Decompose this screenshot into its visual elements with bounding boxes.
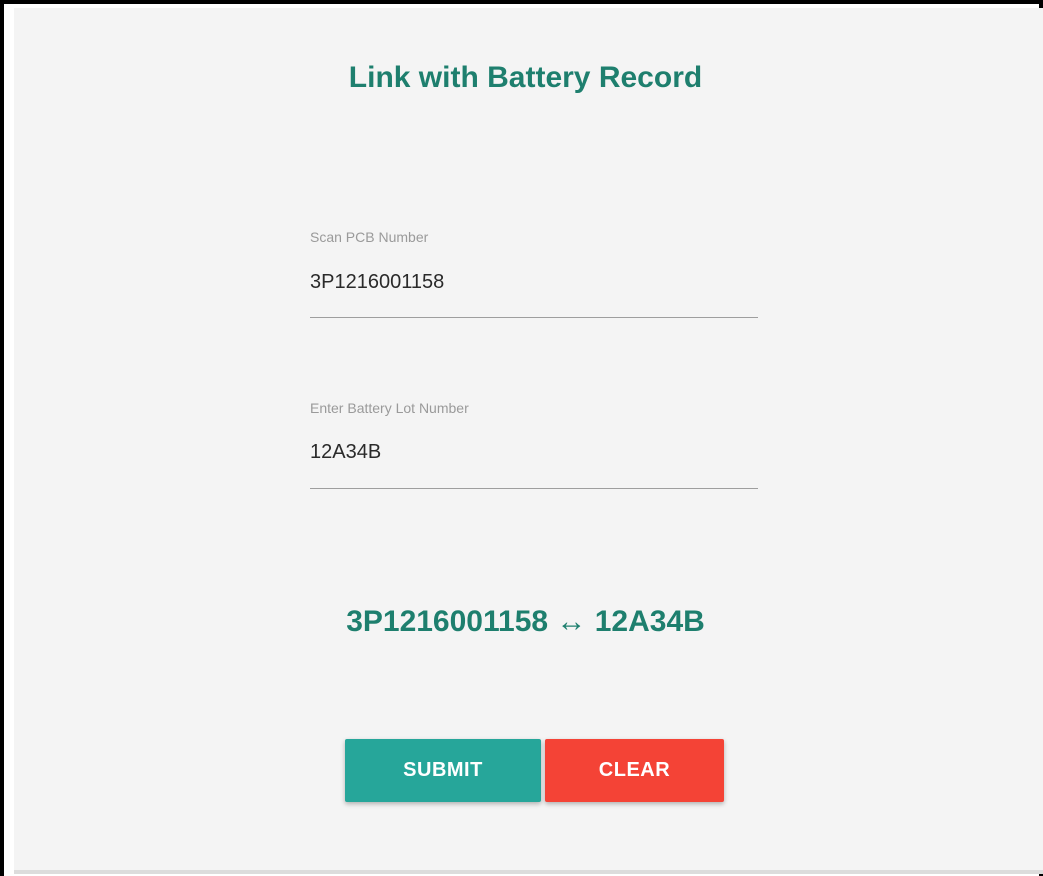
clear-button[interactable]: CLEAR xyxy=(545,739,724,802)
link-summary: 3P1216001158 ↔ 12A34B xyxy=(346,605,705,638)
window-frame: Link with Battery Record Scan PCB Number… xyxy=(0,0,1043,876)
battery-lot-underline xyxy=(310,488,758,489)
pcb-number-underline xyxy=(310,317,758,318)
battery-lot-label: Enter Battery Lot Number xyxy=(310,400,469,416)
battery-lot-input[interactable] xyxy=(310,437,758,467)
pcb-number-input[interactable] xyxy=(310,267,758,297)
page-title: Link with Battery Record xyxy=(348,61,703,94)
pcb-number-field: Scan PCB Number xyxy=(310,229,758,319)
panel-bottom-divider xyxy=(14,870,1043,874)
pcb-number-label: Scan PCB Number xyxy=(310,229,429,245)
submit-button[interactable]: SUBMIT xyxy=(345,739,541,802)
battery-lot-field: Enter Battery Lot Number xyxy=(310,400,758,490)
